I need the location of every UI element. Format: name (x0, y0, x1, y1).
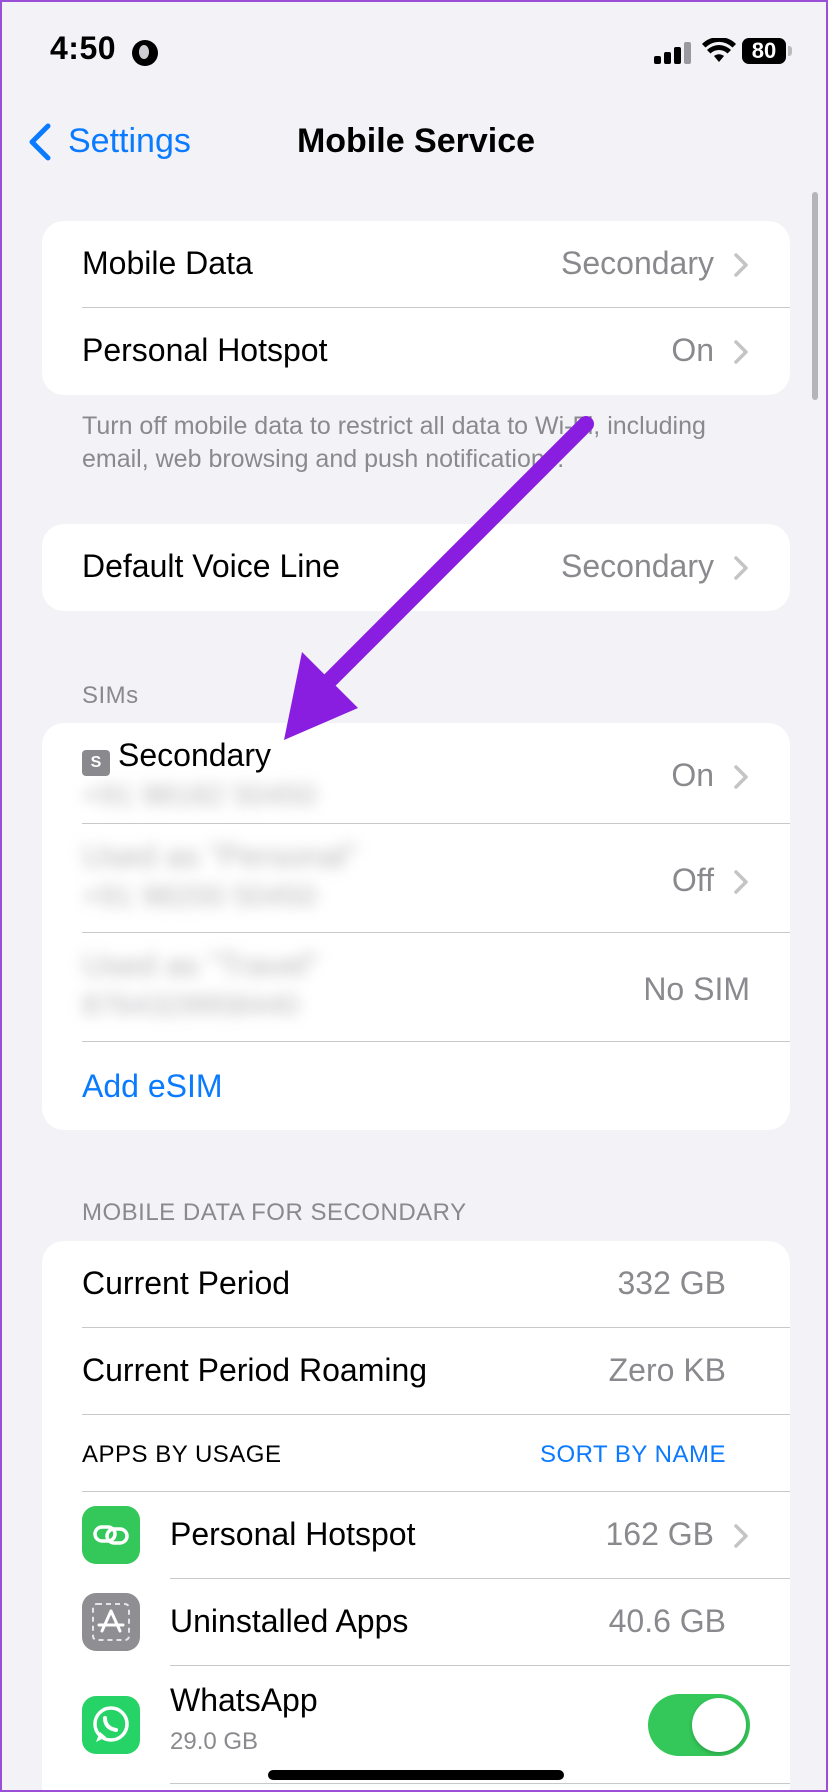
row-value: Secondary (561, 548, 714, 584)
sim-badge-icon: S (82, 750, 110, 776)
app-row-personal-hotspot[interactable]: Personal Hotspot 162 GB (42, 1492, 790, 1579)
location-globe-icon (132, 40, 158, 66)
app-name: WhatsApp (170, 1682, 318, 1718)
whatsapp-icon (82, 1696, 140, 1754)
sim-row-secondary[interactable]: S Secondary +91 98182 50450 On (42, 723, 790, 824)
row-title: Default Voice Line (82, 548, 340, 584)
row-value: Secondary (561, 245, 714, 281)
row-value: Zero KB (608, 1352, 726, 1388)
sim-name: Used as "Personal" (82, 838, 358, 874)
sim-number: +91 98182 50450 (82, 779, 317, 812)
screen: 4:50 80 Settings Mobile Service Mobile D… (0, 0, 828, 1792)
voice-line-group: Default Voice Line Secondary (42, 524, 790, 611)
app-row-whatsapp: WhatsApp 29.0 GB (42, 1666, 790, 1784)
add-esim-row[interactable]: Add eSIM (42, 1042, 790, 1130)
sim-status: No SIM (643, 971, 750, 1007)
whatsapp-data-toggle[interactable] (648, 1694, 750, 1756)
mobile-data-usage-group: Current Period 332 GB Current Period Roa… (42, 1241, 790, 1790)
sim-row-personal[interactable]: Used as "Personal" +91 98200 50450 Off (42, 824, 790, 933)
mobile-data-section-header: MOBILE DATA FOR SECONDARY (82, 1199, 467, 1226)
chevron-right-icon (734, 340, 748, 364)
sims-section-header: SIMs (82, 682, 139, 709)
app-row-uninstalled-apps: Uninstalled Apps 40.6 GB (42, 1579, 790, 1666)
wifi-icon (702, 38, 736, 62)
sim-status: Off (671, 862, 714, 898)
cellular-signal-icon (654, 42, 696, 64)
app-usage: 40.6 GB (608, 1603, 726, 1639)
apps-by-usage-header-row: APPS BY USAGE SORT BY NAME (42, 1415, 790, 1492)
sim-name: Used as "Travel" (82, 947, 319, 983)
chevron-right-icon (734, 765, 748, 789)
app-usage: 162 GB (605, 1516, 714, 1552)
uninstalled-apps-icon (82, 1593, 140, 1651)
home-indicator[interactable] (268, 1770, 564, 1780)
mobile-data-footnote: Turn off mobile data to restrict all dat… (82, 412, 706, 473)
hotspot-icon (82, 1506, 140, 1564)
chevron-right-icon (734, 556, 748, 580)
row-title: Current Period Roaming (82, 1352, 428, 1388)
app-name: Personal Hotspot (170, 1516, 416, 1552)
current-period-roaming-row: Current Period Roaming Zero KB (42, 1328, 790, 1415)
scroll-indicator[interactable] (812, 192, 818, 400)
app-name: Uninstalled Apps (170, 1603, 409, 1639)
row-title: Mobile Data (82, 245, 253, 281)
personal-hotspot-row[interactable]: Personal Hotspot On (42, 308, 790, 395)
sim-name: Secondary (118, 737, 271, 773)
page-title: Mobile Service (296, 122, 536, 160)
add-esim-button[interactable]: Add eSIM (82, 1068, 223, 1105)
sim-status: On (671, 757, 714, 793)
row-value: 332 GB (617, 1265, 726, 1301)
separator (170, 1783, 790, 1784)
app-usage: 29.0 GB (170, 1728, 259, 1755)
chevron-right-icon (734, 253, 748, 277)
mobile-data-row[interactable]: Mobile Data Secondary (42, 221, 790, 308)
sort-by-name-button[interactable]: SORT BY NAME (540, 1441, 726, 1469)
row-title: Personal Hotspot (82, 332, 328, 368)
sim-number: +91 98200 50450 (82, 880, 317, 913)
row-title: Current Period (82, 1265, 291, 1301)
default-voice-line-row[interactable]: Default Voice Line Secondary (42, 524, 790, 611)
battery-icon: 80 (742, 38, 786, 64)
chevron-right-icon (734, 1524, 748, 1548)
battery-tip (788, 46, 792, 56)
sim-number: 8764329958440 (82, 989, 299, 1022)
status-time: 4:50 (50, 30, 117, 66)
chevron-right-icon (734, 870, 748, 894)
sims-group: S Secondary +91 98182 50450 On Used as "… (42, 723, 790, 1130)
apps-by-usage-label: APPS BY USAGE (82, 1441, 282, 1468)
sim-row-travel[interactable]: Used as "Travel" 8764329958440 No SIM (42, 933, 790, 1042)
mobile-data-group: Mobile Data Secondary Personal Hotspot O… (42, 221, 790, 395)
current-period-row: Current Period 332 GB (42, 1241, 790, 1328)
row-value: On (671, 332, 714, 368)
